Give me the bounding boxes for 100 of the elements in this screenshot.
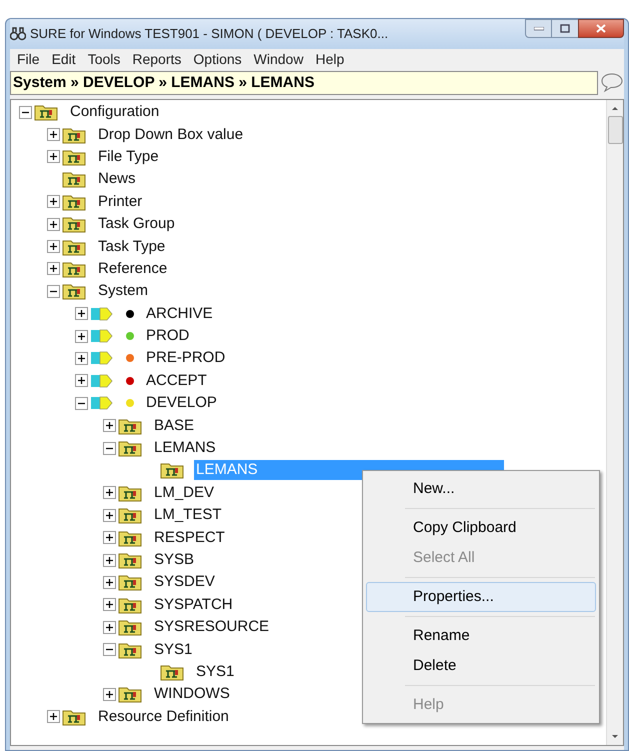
tree-item[interactable]: WINDOWS [152,684,232,704]
tag-icon [90,374,114,388]
expand-icon[interactable] [103,486,116,500]
tree-item[interactable]: ARCHIVE [144,304,215,324]
context-menu-item[interactable]: Rename [366,621,596,651]
tree-item[interactable]: SYS1 [194,662,236,682]
expand-icon[interactable] [103,598,116,612]
folder-icon [62,215,86,234]
binoculars-icon [10,27,26,41]
expand-icon[interactable] [47,262,60,276]
folder-icon [118,439,142,458]
tree-item[interactable]: ACCEPT [144,370,209,391]
folder-icon [62,282,86,300]
expand-icon[interactable] [103,531,116,544]
expand-icon[interactable] [103,620,116,634]
context-menu-item[interactable]: Properties... [366,582,596,612]
folder-icon [62,126,86,144]
menu-item[interactable]: Window [248,48,308,70]
folder-icon [118,618,142,636]
tree-item[interactable]: Drop Down Box value [96,124,246,145]
tree-item[interactable]: Task Group [96,214,177,234]
tree-item[interactable]: News [96,169,138,190]
tree-item[interactable]: Configuration [68,102,162,122]
expand-icon[interactable] [103,688,116,701]
folder-icon [62,708,86,726]
tree-item[interactable]: DEVELOP [144,393,219,414]
folder-icon [34,103,58,122]
expand-icon[interactable] [47,195,60,208]
expand-icon[interactable] [75,330,88,343]
expand-icon[interactable] [75,374,88,388]
expand-icon[interactable] [103,576,116,589]
folder-icon [118,551,142,569]
folder-icon [62,148,86,166]
tree-item[interactable]: SYSB [152,550,196,570]
expand-icon[interactable] [47,710,60,724]
tree-item[interactable]: SYSDEV [152,572,217,592]
tree-item[interactable]: File Type [96,146,161,167]
tree-item[interactable]: Task Type [96,236,168,257]
tree-item[interactable]: Resource Definition [96,706,231,727]
expand-icon[interactable] [103,419,116,432]
menu-item[interactable]: File [12,48,45,70]
tree-item[interactable]: Printer [96,192,144,212]
window-title: SURE for Windows TEST901 - SIMON ( DEVELOP : TASK0... [30,25,388,44]
minimize-button[interactable] [525,19,552,38]
menu-item[interactable]: Tools [82,48,126,70]
tree-item[interactable]: SYSRESOURCE [152,617,272,638]
folder-icon [62,170,86,188]
tree-item[interactable]: PRE-PROD [144,348,228,368]
minimize-icon [534,26,544,30]
collapse-icon[interactable] [103,442,116,455]
close-button[interactable] [578,19,624,38]
tag-icon [90,306,114,321]
expand-icon[interactable] [103,508,116,522]
folder-icon [118,528,142,547]
menu-item[interactable]: Help [310,48,350,70]
folder-icon [118,484,142,502]
collapse-icon[interactable] [75,396,88,410]
expand-icon[interactable] [75,307,88,320]
expand-icon[interactable] [47,128,60,142]
tree-item[interactable]: Reference [96,258,170,279]
context-menu-item[interactable]: Copy Clipboard [366,513,596,543]
folder-icon [118,596,142,614]
expand-icon[interactable] [47,240,60,254]
maximize-button[interactable] [552,19,578,38]
expand-icon[interactable] [47,218,60,231]
folder-icon [62,260,86,278]
tree-item[interactable]: BASE [152,416,196,436]
folder-icon [62,192,86,211]
tree-item[interactable]: RESPECT [152,528,227,548]
tag-icon [90,396,114,410]
expand-icon[interactable] [75,352,88,365]
tree-item[interactable]: PROD [144,326,192,346]
maximize-icon [560,24,570,33]
tag-icon [90,351,114,366]
tree-item[interactable]: LEMANS [152,438,218,458]
breadcrumb: System » DEVELOP » LEMANS » LEMANS [13,72,314,93]
menu-item[interactable]: Edit [46,48,81,70]
folder-icon [118,685,142,704]
collapse-icon[interactable] [47,284,60,298]
context-menu-item[interactable]: Delete [366,651,596,681]
expand-icon[interactable] [47,150,60,164]
folder-icon [118,416,142,435]
scrollbar[interactable] [606,100,623,745]
menu-item[interactable]: Options [188,48,247,70]
tree-item[interactable]: SYS1 [152,640,194,660]
tree-item[interactable]: LM_TEST [152,505,224,526]
collapse-icon[interactable] [103,643,116,656]
folder-icon [160,662,184,681]
expand-icon[interactable] [103,554,116,566]
folder-icon [118,506,142,524]
tree-item[interactable]: SYSPATCH [152,594,235,615]
close-icon [596,24,606,33]
scrollbar-thumb[interactable] [608,116,622,144]
menu-item[interactable]: Reports [127,48,186,70]
collapse-icon[interactable] [19,106,32,119]
folder-icon [118,640,142,659]
tree-item[interactable]: System [96,281,150,302]
folder-icon [62,238,86,256]
tree-item[interactable]: LM_DEV [152,482,216,503]
folder-icon [160,461,184,480]
